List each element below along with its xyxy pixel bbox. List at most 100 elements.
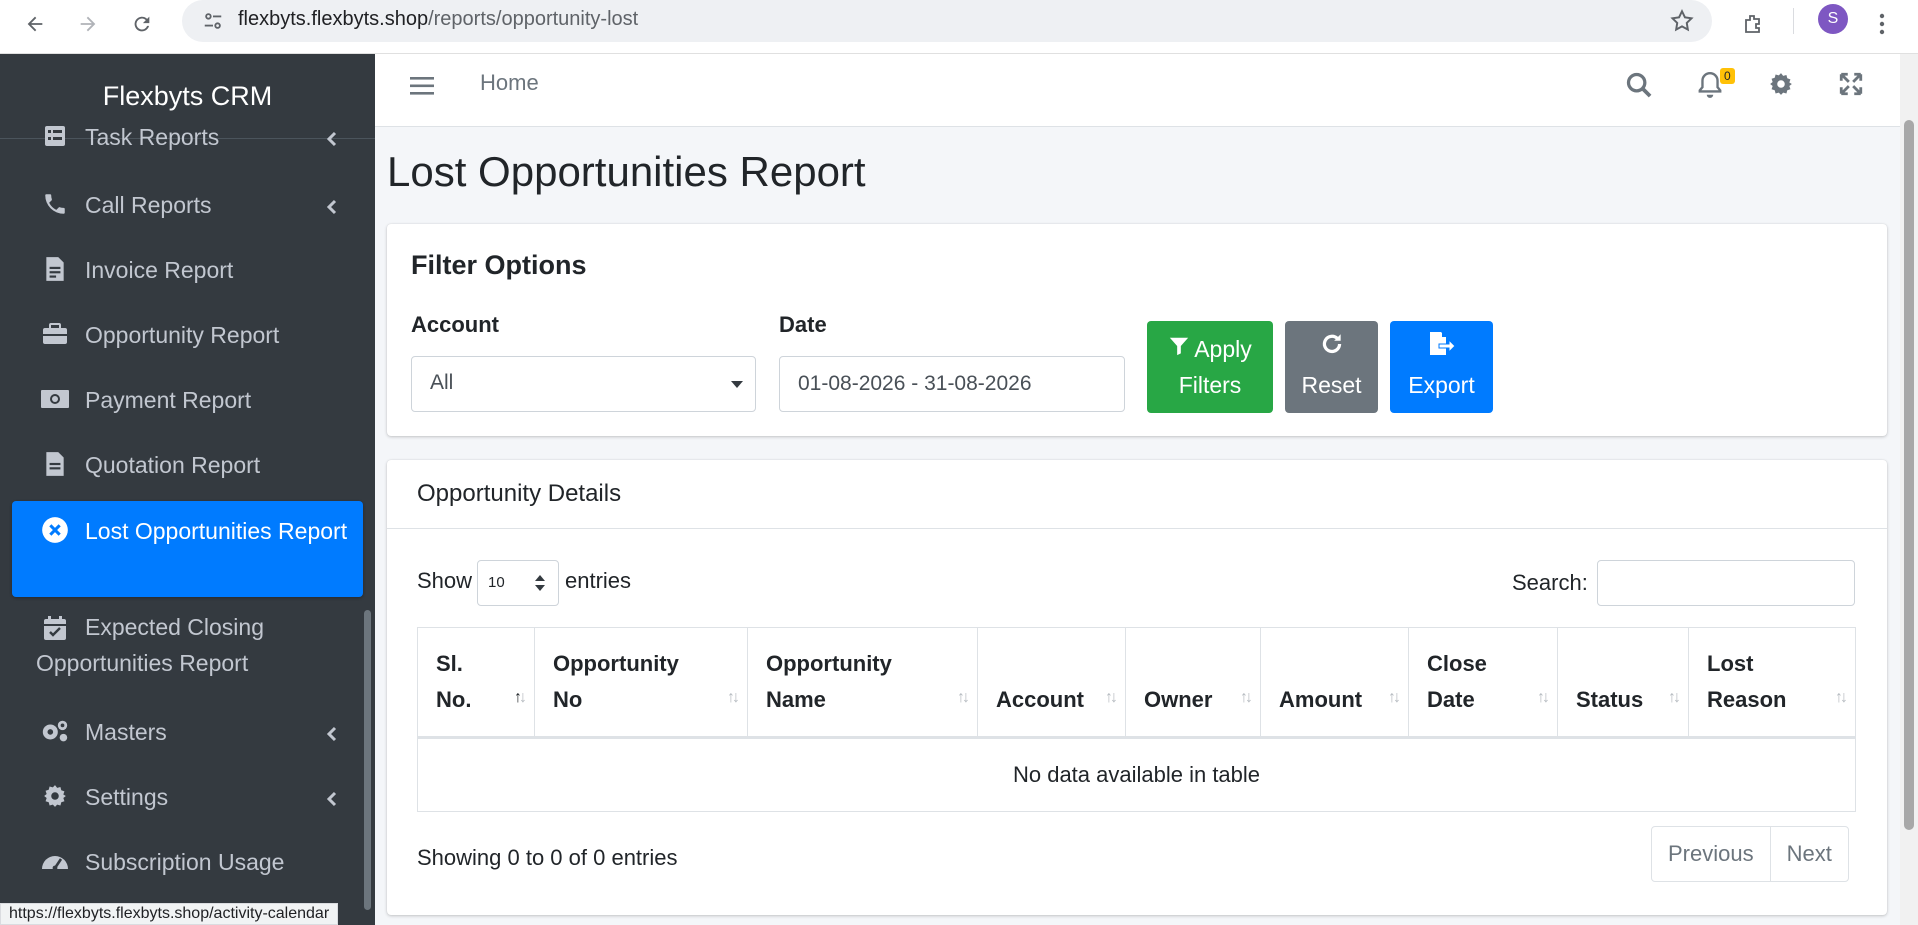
date-range-input[interactable]: 01-08-2026 - 31-08-2026	[779, 356, 1125, 412]
sidebar-item-expected-closing-report[interactable]: Expected Closing Opportunities Report	[12, 609, 363, 685]
sidebar-item-subscription-usage[interactable]: Subscription Usage	[12, 844, 363, 880]
page-title: Lost Opportunities Report	[387, 148, 866, 195]
phone-icon	[40, 189, 70, 219]
account-label: Account	[411, 312, 499, 337]
caret-down-icon	[731, 381, 743, 388]
sidebar-item-label: Settings	[85, 784, 169, 810]
previous-button[interactable]: Previous	[1652, 827, 1770, 881]
account-select-value: All	[430, 371, 454, 394]
apply-filters-label-2: Filters	[1178, 372, 1242, 398]
top-navbar: Home 0	[375, 54, 1900, 127]
column-header-close-date[interactable]: Close Date ↑↓	[1408, 627, 1558, 739]
sidebar-item-opportunity-report[interactable]: Opportunity Report	[12, 317, 363, 353]
account-select[interactable]: All	[411, 356, 756, 412]
reset-label: Reset	[1301, 372, 1362, 398]
reload-icon[interactable]	[124, 6, 160, 42]
cogs-icon	[40, 716, 70, 746]
sidebar-item-task-reports[interactable]: Task Reports	[12, 119, 363, 155]
sidebar-item-masters[interactable]: Masters	[12, 714, 363, 750]
apply-filters-button[interactable]: Apply Filters	[1147, 321, 1273, 413]
tasks-icon	[40, 121, 70, 151]
table-info: Showing 0 to 0 of 0 entries	[417, 845, 678, 870]
sidebar-item-payment-report[interactable]: Payment Report	[12, 382, 363, 418]
search-label: Search:	[1512, 570, 1588, 595]
sidebar-item-settings[interactable]: Settings	[12, 779, 363, 815]
back-icon[interactable]	[17, 6, 53, 42]
forward-icon[interactable]	[70, 6, 106, 42]
opportunity-details-card: Opportunity Details Show 10 entries Sear…	[387, 460, 1887, 915]
search-icon[interactable]	[1625, 71, 1653, 104]
sort-asc-icon: ↑↓	[514, 689, 527, 706]
sort-icon: ↑↓	[1668, 689, 1681, 706]
chevron-left-icon	[326, 787, 338, 814]
export-label: Export	[1408, 372, 1475, 398]
page-scrollbar-thumb[interactable]	[1904, 120, 1914, 830]
home-link[interactable]: Home	[480, 70, 539, 96]
page-length-select[interactable]: 10	[477, 560, 559, 606]
apply-filters-label-1: Apply	[1194, 336, 1252, 362]
url-text[interactable]: flexbyts.flexbyts.shop/reports/opportuni…	[238, 8, 638, 31]
sidebar-item-label: Payment Report	[85, 387, 252, 413]
sort-icon: ↑↓	[1388, 689, 1401, 706]
gear-icon[interactable]	[1768, 71, 1794, 102]
sidebar-item-quotation-report[interactable]: Quotation Report	[12, 447, 363, 483]
search-input[interactable]	[1597, 560, 1855, 606]
file-invoice-icon	[40, 254, 70, 284]
status-url-tooltip: https://flexbyts.flexbyts.shop/activity-…	[0, 903, 339, 925]
filter-card: Filter Options Account All Date 01-08-20…	[387, 224, 1887, 436]
chevron-left-icon	[326, 127, 338, 154]
table-row: No data available in table	[417, 737, 1856, 812]
sort-icon: ↑↓	[727, 689, 740, 706]
column-header-account[interactable]: Account ↑↓	[977, 627, 1126, 739]
hamburger-menu-icon[interactable]	[410, 76, 434, 101]
sort-icon: ↑↓	[1105, 689, 1118, 706]
chevron-left-icon	[326, 722, 338, 749]
extensions-icon[interactable]	[1735, 6, 1771, 42]
bookmark-star-icon[interactable]	[1669, 8, 1695, 39]
sort-icon: ↑↓	[1537, 689, 1550, 706]
sidebar-item-label: Call Reports	[85, 192, 212, 218]
column-header-lost-reason[interactable]: Lost Reason ↑↓	[1688, 627, 1856, 739]
address-bar[interactable]: flexbyts.flexbyts.shop/reports/opportuni…	[182, 0, 1712, 42]
money-bill-icon	[40, 384, 70, 414]
fullscreen-icon[interactable]	[1838, 71, 1864, 102]
sidebar-scrollbar[interactable]	[364, 610, 371, 910]
sort-icon: ↑↓	[957, 689, 970, 706]
entries-label: entries	[565, 568, 632, 593]
site-info-icon[interactable]	[202, 10, 224, 37]
card-header-title: Opportunity Details	[417, 480, 622, 507]
profile-avatar[interactable]: S	[1818, 4, 1848, 34]
reset-button[interactable]: Reset	[1285, 321, 1378, 413]
tachometer-icon	[40, 846, 70, 876]
cog-icon	[40, 781, 70, 811]
column-header-opportunity-name[interactable]: Opportunity Name ↑↓	[747, 627, 978, 739]
sidebar-item-label: Opportunity Report	[85, 322, 280, 348]
notification-badge: 0	[1720, 68, 1735, 84]
browser-menu-icon[interactable]	[1864, 6, 1900, 42]
empty-table-message: No data available in table	[417, 737, 1856, 812]
sidebar-item-call-reports[interactable]: Call Reports	[12, 187, 363, 223]
sidebar-item-lost-opportunities-report[interactable]: Lost Opportunities Report	[12, 501, 363, 597]
redo-icon	[1319, 331, 1345, 367]
column-header-owner[interactable]: Owner ↑↓	[1125, 627, 1261, 739]
sidebar: Flexbyts CRM Task Reports Call Reports I…	[0, 54, 375, 925]
browser-toolbar: flexbyts.flexbyts.shop/reports/opportuni…	[0, 0, 1918, 54]
next-button[interactable]: Next	[1769, 827, 1848, 881]
filter-card-title: Filter Options	[411, 250, 587, 280]
column-header-status[interactable]: Status ↑↓	[1557, 627, 1689, 739]
page-scrollbar[interactable]	[1900, 54, 1918, 925]
briefcase-icon	[40, 319, 70, 349]
card-header: Opportunity Details	[387, 460, 1887, 529]
sidebar-item-label: Quotation Report	[85, 452, 261, 478]
page-length-value: 10	[488, 574, 505, 591]
toolbar-divider	[1793, 8, 1794, 34]
file-icon	[40, 449, 70, 479]
column-header-amount[interactable]: Amount ↑↓	[1260, 627, 1409, 739]
sidebar-item-invoice-report[interactable]: Invoice Report	[12, 252, 363, 288]
opportunity-table: Sl. No. ↑↓ Opportunity No ↑↓ Opportunity Name…	[417, 627, 1856, 812]
sidebar-item-label: Subscription Usage	[85, 849, 285, 875]
date-label: Date	[779, 312, 827, 337]
column-header-sl-no[interactable]: Sl. No. ↑↓	[417, 627, 535, 739]
export-button[interactable]: Export	[1390, 321, 1493, 413]
column-header-opportunity-no[interactable]: Opportunity No ↑↓	[534, 627, 748, 739]
